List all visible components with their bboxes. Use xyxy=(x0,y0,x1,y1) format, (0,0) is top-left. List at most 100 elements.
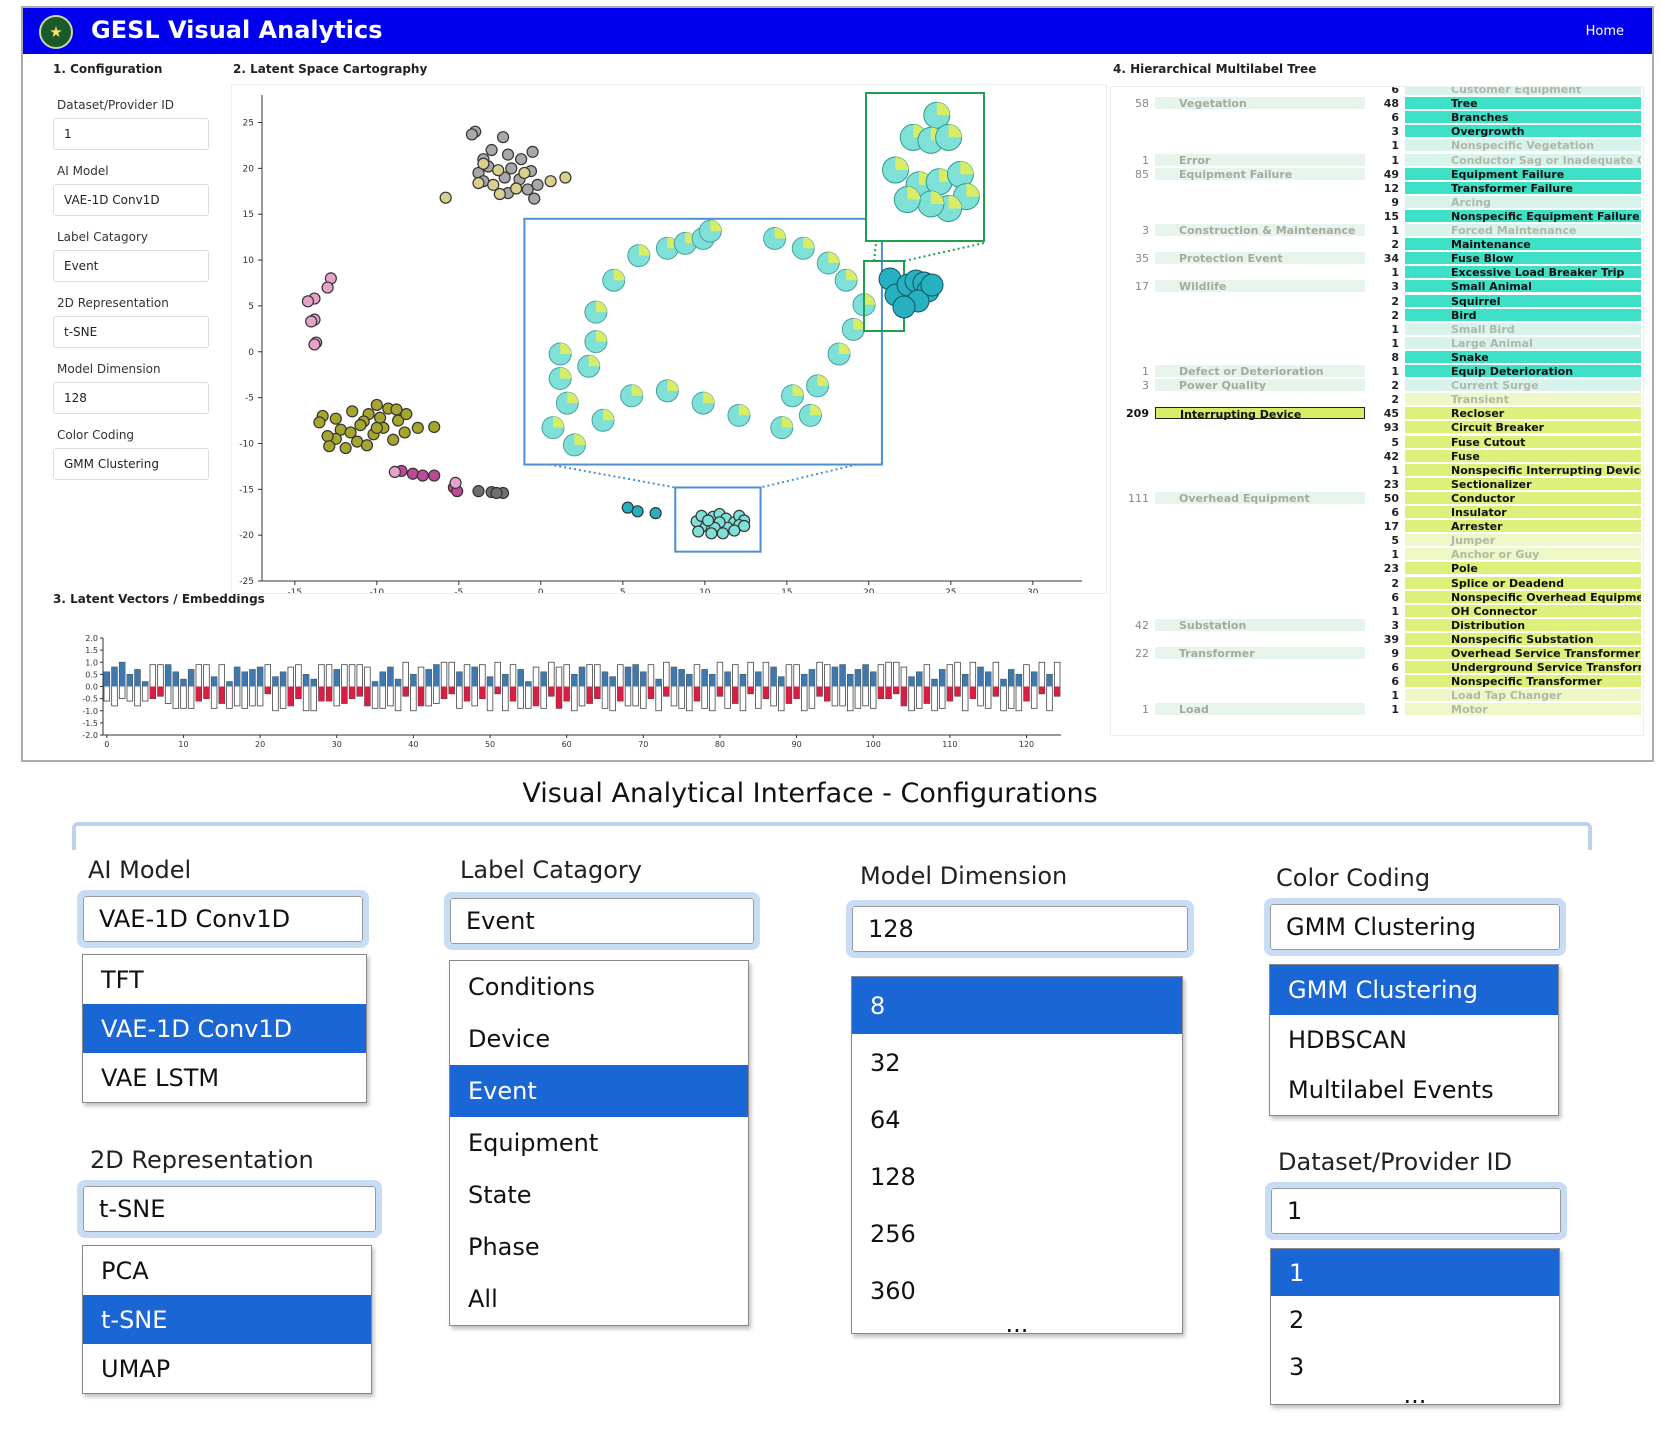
tree-child-row[interactable]: 1 Anchor or Guy xyxy=(1111,548,1643,561)
dropdown-select[interactable]: GMM Clustering xyxy=(1264,898,1566,956)
dropdown-option[interactable]: 128 xyxy=(852,1148,1182,1205)
tree-child-row[interactable]: 1 Large Animal xyxy=(1111,336,1643,350)
zoom-connector xyxy=(549,463,676,489)
tree-child-row[interactable]: 3 Overgrowth xyxy=(1111,125,1643,138)
dropdown-option[interactable]: UMAP xyxy=(83,1344,371,1393)
latent-scatter-plot[interactable]: 25 20 15 10 5 0 -5 -10 -15 -20 -25 -15 -10 -5 0 5 10 15 20… xyxy=(231,84,1107,594)
tree-child-row[interactable]: 1 Excessive Load Breaker Trip xyxy=(1111,266,1643,279)
tree-child-row[interactable]: 23 Sectionalizer xyxy=(1111,477,1643,491)
scatter-point xyxy=(649,507,662,520)
dataset-input[interactable]: 1 xyxy=(53,118,209,150)
tree-child-row[interactable]: 34 Fuse Blow xyxy=(1111,252,1643,265)
tree-child-row[interactable]: 3 Small Animal xyxy=(1111,280,1643,293)
tree-child-row[interactable]: 6 Branches xyxy=(1111,111,1643,124)
tree-child-row[interactable]: 17 Arrester xyxy=(1111,520,1643,533)
child-count: 1 xyxy=(1391,224,1399,237)
tree-child-row[interactable]: 6 Nonspecific Overhead Equipment xyxy=(1111,590,1643,604)
dropdown-option[interactable]: VAE LSTM xyxy=(83,1053,366,1102)
tree-child-row[interactable]: 1 Nonspecific Vegetation xyxy=(1111,139,1643,152)
tree-child-row[interactable]: 6 Underground Service Transformer xyxy=(1111,661,1643,674)
tree-child-row[interactable]: 1 Load Tap Changer xyxy=(1111,689,1643,702)
tree-child-row[interactable]: 1 OH Connector xyxy=(1111,604,1643,618)
dropdown-select[interactable]: t-SNE xyxy=(77,1180,382,1238)
dropdown-option[interactable]: 64 xyxy=(852,1091,1182,1148)
tree-child-row[interactable]: 1 Conductor Sag or Inadequate Clear xyxy=(1111,153,1643,167)
home-link[interactable]: Home xyxy=(1586,24,1624,39)
latent-value-bar xyxy=(318,686,325,702)
latent-value-bar xyxy=(280,671,286,687)
label-category-input[interactable]: Event xyxy=(53,250,209,282)
tree-child-row[interactable]: 9 Arcing xyxy=(1111,195,1643,209)
tree-child-row[interactable]: 1 Small Bird xyxy=(1111,322,1643,336)
tree-child-row[interactable]: 2 Maintenance xyxy=(1111,238,1643,251)
dropdown-label: Color Coding xyxy=(1276,864,1431,892)
tree-child-row[interactable]: 50 Conductor xyxy=(1111,491,1643,505)
x-tick-label: 100 xyxy=(866,740,881,749)
x-tick-label: 25 xyxy=(945,588,956,594)
dropdown-option[interactable]: t-SNE xyxy=(83,1295,371,1344)
tree-child-row[interactable]: 2 Transient xyxy=(1111,393,1643,406)
tree-child-row[interactable]: 8 Snake xyxy=(1111,350,1643,364)
color-coding-input[interactable]: GMM Clustering xyxy=(53,448,209,480)
dropdown-option[interactable]: GMM Clustering xyxy=(1270,965,1558,1015)
dropdown-option[interactable]: TFT xyxy=(83,955,366,1004)
tree-child-row[interactable]: 9 Overhead Service Transformer xyxy=(1111,647,1643,660)
tree-child-row[interactable]: 23 Pole xyxy=(1111,562,1643,575)
dropdown-option[interactable]: 1 xyxy=(1271,1249,1559,1296)
tree-child-row[interactable]: 39 Nonspecific Substation xyxy=(1111,632,1643,646)
dropdown-option[interactable]: 32 xyxy=(852,1034,1182,1091)
dropdown-option[interactable]: PCA xyxy=(83,1246,371,1295)
dropdown-option[interactable]: All xyxy=(450,1273,748,1325)
dropdown-select[interactable]: VAE-1D Conv1D xyxy=(77,890,369,948)
tree-child-row[interactable]: 15 Nonspecific Equipment Failure xyxy=(1111,209,1643,223)
tree-child-row[interactable]: 2 Splice or Deadend xyxy=(1111,576,1643,590)
tree-child-row[interactable]: 1 Motor xyxy=(1111,703,1643,716)
dropdown-option[interactable]: 2 xyxy=(1271,1296,1559,1343)
dropdown-option[interactable]: Phase xyxy=(450,1221,748,1273)
dropdown-option[interactable]: Conditions xyxy=(450,961,748,1013)
child-count: 1 xyxy=(1391,604,1399,618)
tree-child-row[interactable]: 5 Jumper xyxy=(1111,534,1643,547)
tree-child-row[interactable]: 5 Fuse Cutout xyxy=(1111,435,1643,449)
tree-child-row[interactable]: 6 Nonspecific Transformer xyxy=(1111,675,1643,688)
latent-value-bar xyxy=(149,686,156,699)
dropdown-option[interactable]: State xyxy=(450,1169,748,1221)
dropdown-option[interactable]: HDBSCAN xyxy=(1270,1015,1558,1065)
dropdown-select[interactable]: 1 xyxy=(1265,1182,1567,1240)
latent-value-bar xyxy=(349,686,355,699)
dropdown-option[interactable]: Equipment xyxy=(450,1117,748,1169)
dropdown-option[interactable]: 256 xyxy=(852,1205,1182,1262)
tree-child-row[interactable]: 1 Nonspecific Interrupting Device xyxy=(1111,463,1643,477)
y-tick-label: -5 xyxy=(245,394,254,404)
dropdown-option[interactable]: VAE-1D Conv1D xyxy=(83,1004,366,1053)
dropdown-select[interactable]: 128 xyxy=(846,900,1194,958)
tree-child-row[interactable]: 45 Recloser xyxy=(1111,407,1643,420)
dropdown-option[interactable]: Device xyxy=(450,1013,748,1065)
representation-input[interactable]: t-SNE xyxy=(53,316,209,348)
dropdown-option[interactable]: Event xyxy=(450,1065,748,1117)
tree-child-row[interactable]: 42 Fuse xyxy=(1111,449,1643,463)
tree-child-row[interactable]: 2 Squirrel xyxy=(1111,294,1643,308)
tree-child-row[interactable]: 6 Customer Equipment xyxy=(1111,87,1643,96)
ai-model-input[interactable]: VAE-1D Conv1D xyxy=(53,184,209,216)
latent-value-bar xyxy=(410,674,417,687)
scatter-point xyxy=(416,469,429,482)
more-options-ellipsis: ... xyxy=(1005,1310,1029,1338)
dropdown-option[interactable]: Multilabel Events xyxy=(1270,1065,1558,1115)
dropdown-option[interactable]: 8 xyxy=(852,977,1182,1034)
tree-child-row[interactable]: 93 Circuit Breaker xyxy=(1111,421,1643,434)
tree-child-row[interactable]: 3 Distribution xyxy=(1111,618,1643,632)
tree-child-row[interactable]: 1 Equip Deterioration xyxy=(1111,365,1643,378)
tree-child-row[interactable]: 48 Tree xyxy=(1111,97,1643,110)
dropdown-select[interactable]: Event xyxy=(444,892,760,950)
x-tick-label: 15 xyxy=(781,588,792,594)
tree-child-row[interactable]: 2 Bird xyxy=(1111,308,1643,322)
tree-child-row[interactable]: 12 Transformer Failure xyxy=(1111,181,1643,195)
tree-child-row[interactable]: 49 Equipment Failure xyxy=(1111,167,1643,181)
tree-child-row[interactable]: 1 Forced Maintenance xyxy=(1111,224,1643,237)
tree-child-row[interactable]: 2 Current Surge xyxy=(1111,379,1643,392)
model-dimension-input[interactable]: 128 xyxy=(53,382,209,414)
child-label: Bird xyxy=(1405,308,1641,321)
selected-value: VAE-1D Conv1D xyxy=(99,905,291,933)
tree-child-row[interactable]: 6 Insulator xyxy=(1111,506,1643,519)
